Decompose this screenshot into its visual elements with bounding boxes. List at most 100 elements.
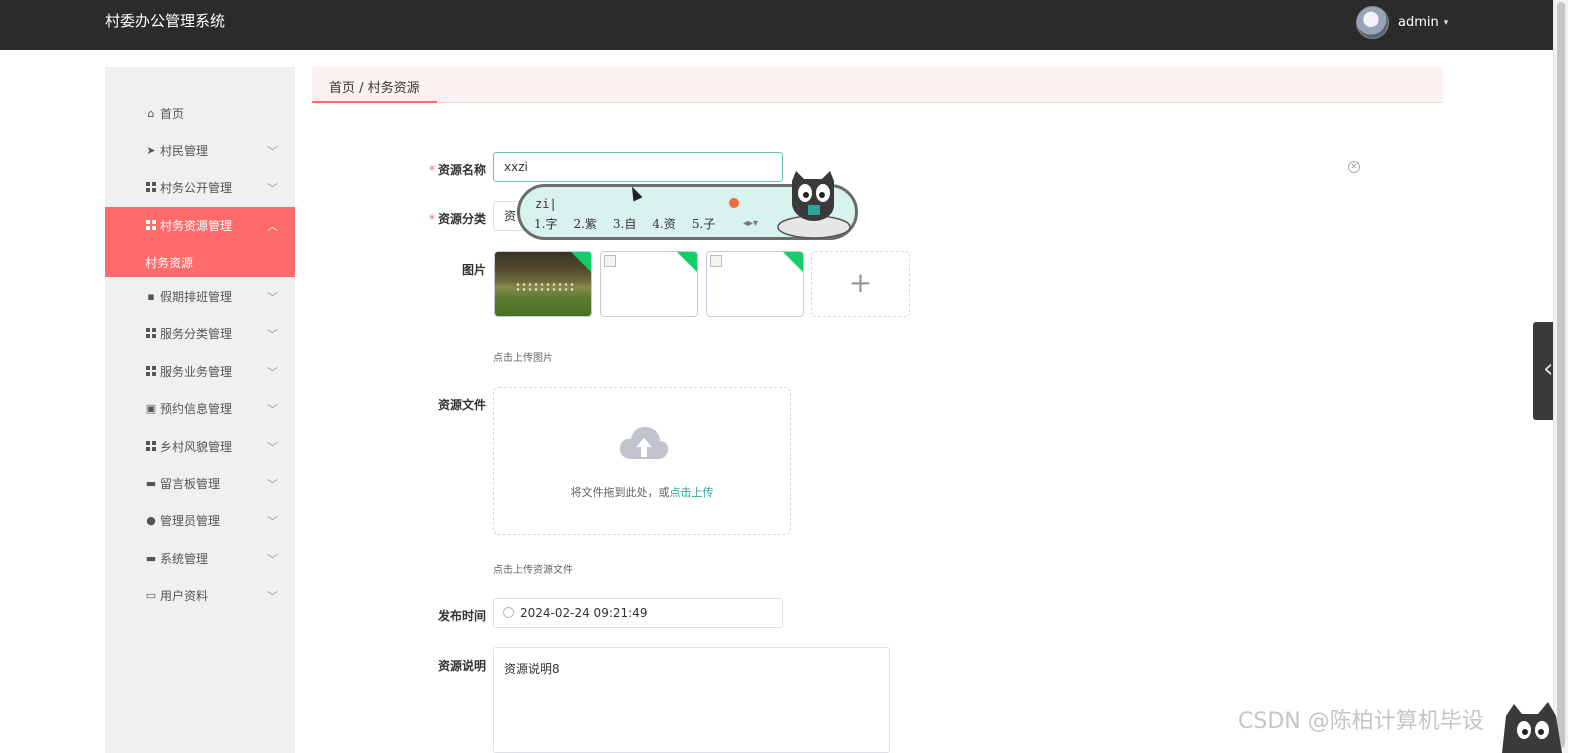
sidebar-item-profile[interactable]: ▭ 用户资料 ﹀ (105, 577, 295, 614)
watermark: CSDN @陈柏计算机毕设 (1238, 709, 1484, 734)
chevron-down-icon: ﹀ (267, 514, 278, 528)
ime-pinyin: zi| (535, 197, 557, 211)
clock-icon (503, 607, 514, 618)
add-image-button[interactable]: + (811, 251, 910, 317)
file-hint: 点击上传资源文件 (493, 565, 573, 576)
grid-icon (145, 365, 157, 378)
sidebar-item-label: 服务分类管理 (160, 327, 233, 341)
clipboard-icon: ▣ (145, 401, 157, 415)
chevron-up-icon: ︿ (267, 219, 278, 233)
dropzone-text: 将文件拖到此处，或点击上传 (494, 484, 790, 500)
sidebar-item-villagers[interactable]: ➤ 村民管理 ﹀ (105, 132, 295, 169)
sidebar-item-public-affairs[interactable]: 村务公开管理 ﹀ (105, 169, 295, 206)
corner-mascot-icon (1502, 702, 1562, 753)
sidebar-item-resources[interactable]: 村务资源管理 ︿ (105, 207, 295, 244)
sidebar-item-system[interactable]: ▬ 系统管理 ﹀ (105, 540, 295, 577)
ime-candidate-window: zi| 1.字 2.紫 3.自 4.资 5.子 ◂▸▾ (517, 171, 858, 240)
ime-candidate[interactable]: 4.资 (652, 215, 675, 232)
sidebar-item-label: 假期排班管理 (160, 290, 233, 304)
chevron-down-icon: ﹀ (267, 477, 278, 491)
uploaded-image-2[interactable] (600, 251, 698, 317)
scrollbar-thumb[interactable] (1557, 2, 1565, 748)
chevron-down-icon: ﹀ (267, 365, 278, 379)
uploaded-image-3[interactable] (706, 251, 804, 317)
user-icon: ● (146, 513, 156, 527)
sidebar-item-label: 留言板管理 (160, 477, 221, 491)
publish-time-picker[interactable]: 2024-02-24 09:21:49 (493, 598, 783, 628)
cloud-upload-icon (619, 426, 669, 459)
message-icon: ▬ (145, 476, 157, 490)
sidebar-item-message-board[interactable]: ▬ 留言板管理 ﹀ (105, 465, 295, 502)
chevron-down-icon: ﹀ (267, 440, 278, 454)
ime-candidate[interactable]: 3.自 (613, 215, 636, 232)
sidebar-item-label: 服务业务管理 (160, 365, 233, 379)
clear-circle-icon[interactable]: ✕ (1348, 161, 1360, 173)
publish-time-value: 2024-02-24 09:21:49 (520, 606, 648, 620)
file-label: 资源文件 (437, 398, 486, 412)
desc-label: 资源说明 (437, 659, 486, 673)
sidebar-item-service-business[interactable]: 服务业务管理 ﹀ (105, 353, 295, 390)
description-textarea[interactable]: 资源说明8 (493, 647, 890, 753)
ime-page-nav-icon[interactable]: ◂▸▾ (743, 218, 758, 229)
photo-detail (515, 282, 575, 292)
sidebar-item-admins[interactable]: ● 管理员管理 ﹀ (105, 502, 295, 539)
chevron-down-icon: ﹀ (267, 290, 278, 304)
image-label: 图片 (461, 263, 486, 277)
home-icon: ⌂ (147, 106, 155, 120)
chevron-down-icon: ﹀ (267, 144, 278, 158)
sidebar-item-holiday[interactable]: ▪ 假期排班管理 ﹀ (105, 278, 295, 315)
vertical-scrollbar[interactable] (1553, 0, 1568, 753)
category-label-text: 资源分类 (437, 212, 486, 226)
chevron-left-icon: ‹ (1543, 354, 1554, 384)
chevron-down-icon: ﹀ (267, 552, 278, 566)
username[interactable]: admin (1398, 15, 1439, 30)
grid-icon (145, 440, 157, 453)
grid-icon (145, 219, 157, 232)
sidebar-item-label: 用户资料 (160, 589, 209, 603)
sidebar-item-service-category[interactable]: 服务分类管理 ﹀ (105, 315, 295, 352)
broken-image-icon (604, 255, 616, 267)
sidebar-item-label: 首页 (160, 107, 185, 121)
sidebar: ⌂ 首页 ➤ 村民管理 ﹀ 村务公开管理 ﹀ 村务资源 村务资源管理 ︿ ▪ 假… (105, 67, 295, 753)
required-mark: * (428, 163, 435, 177)
broken-image-icon (710, 255, 722, 267)
ime-emoji-icon[interactable] (729, 198, 739, 208)
sidebar-item-label: 预约信息管理 (160, 402, 233, 416)
sidebar-item-label: 管理员管理 (160, 514, 221, 528)
chevron-down-icon: ﹀ (267, 327, 278, 341)
sidebar-item-label: 村务资源管理 (160, 219, 233, 233)
sidebar-item-label: 村民管理 (160, 144, 209, 158)
name-label: * 资源名称 (416, 161, 486, 178)
breadcrumb[interactable]: 首页 / 村务资源 (312, 67, 437, 103)
category-label: * 资源分类 (416, 210, 486, 227)
user-menu[interactable]: admin ▾ (1356, 6, 1448, 39)
ime-candidate[interactable]: 2.紫 (573, 215, 596, 232)
sidebar-item-booking[interactable]: ▣ 预约信息管理 ﹀ (105, 390, 295, 427)
ime-mascot-icon (777, 171, 851, 239)
chevron-down-icon: ﹀ (267, 402, 278, 416)
caret-down-icon[interactable]: ▾ (1444, 18, 1449, 28)
grid-icon (145, 327, 157, 340)
chevron-down-icon: ﹀ (267, 181, 278, 195)
ime-candidate[interactable]: 1.字 (534, 215, 557, 232)
avatar[interactable] (1356, 6, 1389, 39)
time-label: 发布时间 (437, 609, 486, 623)
sidebar-item-label: 乡村风貌管理 (160, 440, 233, 454)
dropzone-text-main: 将文件拖到此处，或 (570, 486, 670, 499)
name-label-text: 资源名称 (437, 163, 486, 177)
app-title: 村委办公管理系统 (105, 12, 226, 30)
monitor-icon: ▬ (145, 551, 157, 565)
image-hint: 点击上传图片 (493, 353, 553, 364)
uploaded-image-1[interactable] (494, 251, 592, 317)
submenu-item-resources[interactable]: 村务资源 (145, 254, 193, 271)
ime-candidates: 1.字 2.紫 3.自 4.资 5.子 (534, 215, 731, 232)
click-upload-link[interactable]: 点击上传 (670, 486, 714, 499)
file-dropzone[interactable]: 将文件拖到此处，或点击上传 (493, 387, 791, 535)
chat-icon: ▪ (147, 289, 155, 303)
sidebar-item-home[interactable]: ⌂ 首页 (105, 95, 295, 132)
upload-success-badge (570, 252, 591, 273)
resource-name-input[interactable]: xxzi (493, 152, 783, 182)
sidebar-item-village-scenery[interactable]: 乡村风貌管理 ﹀ (105, 428, 295, 465)
ime-candidate[interactable]: 5.子 (692, 215, 715, 232)
send-icon: ➤ (146, 143, 156, 157)
